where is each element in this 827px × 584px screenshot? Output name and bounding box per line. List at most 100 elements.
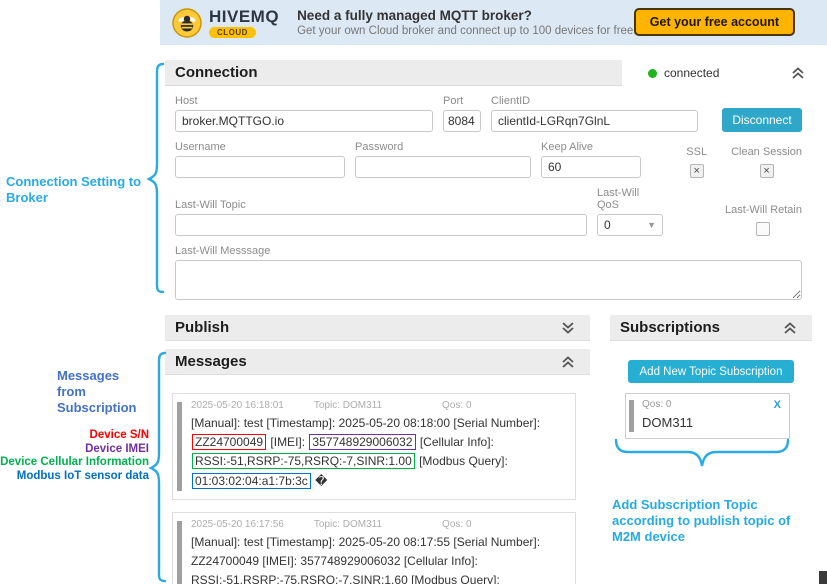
publish-expand-icon[interactable] <box>560 321 576 335</box>
message-topic: Topic: DOM311 <box>314 400 382 411</box>
last-will-retain-checkbox[interactable] <box>756 222 770 236</box>
subscription-item-header: Qos: 0 X <box>642 399 781 411</box>
modbus-query-highlight: 01:03:02:04:a1:7b:3c <box>192 473 311 489</box>
last-will-retain-label: Last-Will Retain <box>725 204 802 216</box>
brand-sub-badge: CLOUD <box>209 27 256 38</box>
banner-headline: Need a fully managed MQTT broker? <box>297 8 636 23</box>
screen: HIVEMQ CLOUD Need a fully managed MQTT b… <box>0 0 827 584</box>
port-label: Port <box>443 95 481 107</box>
disconnect-button[interactable]: Disconnect <box>722 108 802 132</box>
password-input[interactable] <box>355 156 531 178</box>
ssl-label: SSL <box>686 146 707 158</box>
message-qos: Qos: 0 <box>442 400 471 411</box>
connection-row-4: Last-Will Messsage <box>175 245 802 300</box>
ssl-checkbox[interactable]: × <box>690 164 704 178</box>
publish-title: Publish <box>175 319 229 336</box>
message-accent-bar <box>177 402 182 491</box>
add-subscription-button[interactable]: Add New Topic Subscription <box>628 360 794 383</box>
username-input[interactable] <box>175 156 345 178</box>
banner-text: Need a fully managed MQTT broker? Get yo… <box>297 8 636 37</box>
last-will-topic-input[interactable] <box>175 214 587 236</box>
last-will-topic-label: Last-Will Topic <box>175 199 587 211</box>
message-timestamp: 2025-05-20 16:17:56 <box>191 519 284 530</box>
clean-session-checkbox-mark: × <box>763 165 769 177</box>
messages-collapse-icon[interactable] <box>560 355 576 369</box>
last-will-message-label: Last-Will Messsage <box>175 245 802 257</box>
message-card: 2025-05-20 16:17:56 Topic: DOM311 Qos: 0… <box>172 512 576 584</box>
payload-text: [Cellular Info]: <box>417 435 494 449</box>
subscriptions-annotation-brace <box>612 438 792 472</box>
subscription-qos: Qos: 0 <box>642 399 671 411</box>
subscription-topic: DOM311 <box>642 415 781 430</box>
annotation-modbus-data: Modbus IoT sensor data <box>0 469 149 483</box>
payload-text: [IMEI]: <box>267 435 308 449</box>
last-will-qos-label: Last-Will QoS <box>597 187 663 211</box>
keep-alive-input[interactable] <box>541 156 641 178</box>
last-will-message-textarea[interactable] <box>175 260 802 300</box>
connection-panel: Connection connected Host Port ClientID <box>165 60 812 300</box>
screen-corner-artifact <box>819 571 827 584</box>
chevron-down-icon: ▼ <box>647 220 656 230</box>
message-qos: Qos: 0 <box>442 519 471 530</box>
clean-session-checkbox[interactable]: × <box>760 164 774 178</box>
subscriptions-title: Subscriptions <box>620 319 720 336</box>
clientid-label: ClientID <box>491 95 698 107</box>
messages-annotation-brace <box>148 351 168 583</box>
connection-header: Connection connected <box>165 60 812 86</box>
remove-subscription-button[interactable]: X <box>774 399 781 411</box>
connected-status-dot <box>648 69 657 78</box>
last-will-qos-value: 0 <box>604 218 611 232</box>
connection-status: connected <box>622 60 812 86</box>
ssl-checkbox-mark: × <box>693 165 699 177</box>
password-label: Password <box>355 141 531 153</box>
connection-row-2: Username Password Keep Alive SSL × Clean… <box>175 141 802 178</box>
get-free-account-button[interactable]: Get your free account <box>634 8 795 36</box>
connection-title: Connection <box>175 64 258 81</box>
messages-title: Messages <box>175 353 247 370</box>
subscriptions-collapse-icon[interactable] <box>782 321 798 335</box>
clientid-input[interactable] <box>491 110 698 132</box>
subscription-accent-bar <box>629 400 634 432</box>
host-label: Host <box>175 95 433 107</box>
annotation-device-serial: Device S/N <box>0 428 149 442</box>
last-will-qos-select[interactable]: 0 ▼ <box>597 214 663 236</box>
cellular-info-highlight: RSSI:-51,RSRP:-75,RSRQ:-7,SINR:1.00 <box>192 453 415 469</box>
serial-number-highlight: ZZ24700049 <box>192 434 266 450</box>
annotation-add-subscription-topic: Add Subscription Topic according to publ… <box>612 497 822 545</box>
bee-logo-icon <box>172 8 202 38</box>
payload-text: [Modbus Query]: <box>416 454 508 468</box>
message-card: 2025-05-20 16:18:01 Topic: DOM311 Qos: 0… <box>172 393 576 500</box>
brand-name: HIVEMQ <box>209 8 279 25</box>
last-will-retain-group: Last-Will Retain <box>725 204 802 236</box>
messages-list: 2025-05-20 16:18:01 Topic: DOM311 Qos: 0… <box>165 381 590 584</box>
imei-highlight: 357748929006032 <box>309 434 415 450</box>
message-topic: Topic: DOM311 <box>314 519 382 530</box>
brand-text: HIVEMQ CLOUD <box>209 8 279 38</box>
message-payload: [Manual]: test [Timestamp]: 2025-05-20 0… <box>191 414 567 491</box>
annotation-messages-from-subscription: Messages from Subscription <box>57 368 149 416</box>
message-timestamp: 2025-05-20 16:18:01 <box>191 400 284 411</box>
connection-annotation-brace <box>146 62 166 294</box>
hivemq-logo: HIVEMQ CLOUD <box>172 8 279 38</box>
host-input[interactable] <box>175 110 433 132</box>
message-accent-bar <box>177 521 182 584</box>
connection-row-1: Host Port ClientID Disconnect <box>175 95 802 132</box>
connection-row-3: Last-Will Topic Last-Will QoS 0 ▼ Last-W… <box>175 187 802 236</box>
clean-session-group: Clean Session × <box>731 146 802 178</box>
clean-session-label: Clean Session <box>731 146 802 158</box>
subscriptions-panel: Add New Topic Subscription Qos: 0 X DOM3… <box>610 341 812 439</box>
subscription-item: Qos: 0 X DOM311 <box>625 393 790 439</box>
payload-text: [Manual]: test [Timestamp]: 2025-05-20 0… <box>191 416 540 430</box>
connection-collapse-icon[interactable] <box>790 66 806 80</box>
annotation-device-imei: Device IMEI <box>0 442 149 456</box>
annotation-connection-setting: Connection Setting to Broker <box>6 174 156 206</box>
hivemq-banner: HIVEMQ CLOUD Need a fully managed MQTT b… <box>160 0 827 45</box>
payload-text: � <box>312 474 328 488</box>
message-header: 2025-05-20 16:17:56 Topic: DOM311 Qos: 0 <box>191 519 567 530</box>
username-label: Username <box>175 141 345 153</box>
keep-alive-label: Keep Alive <box>541 141 641 153</box>
banner-subheadline: Get your own Cloud broker and connect up… <box>297 25 636 37</box>
publish-header: Publish <box>165 315 590 341</box>
message-payload: [Manual]: test [Timestamp]: 2025-05-20 0… <box>191 533 567 584</box>
port-input[interactable] <box>443 110 481 132</box>
